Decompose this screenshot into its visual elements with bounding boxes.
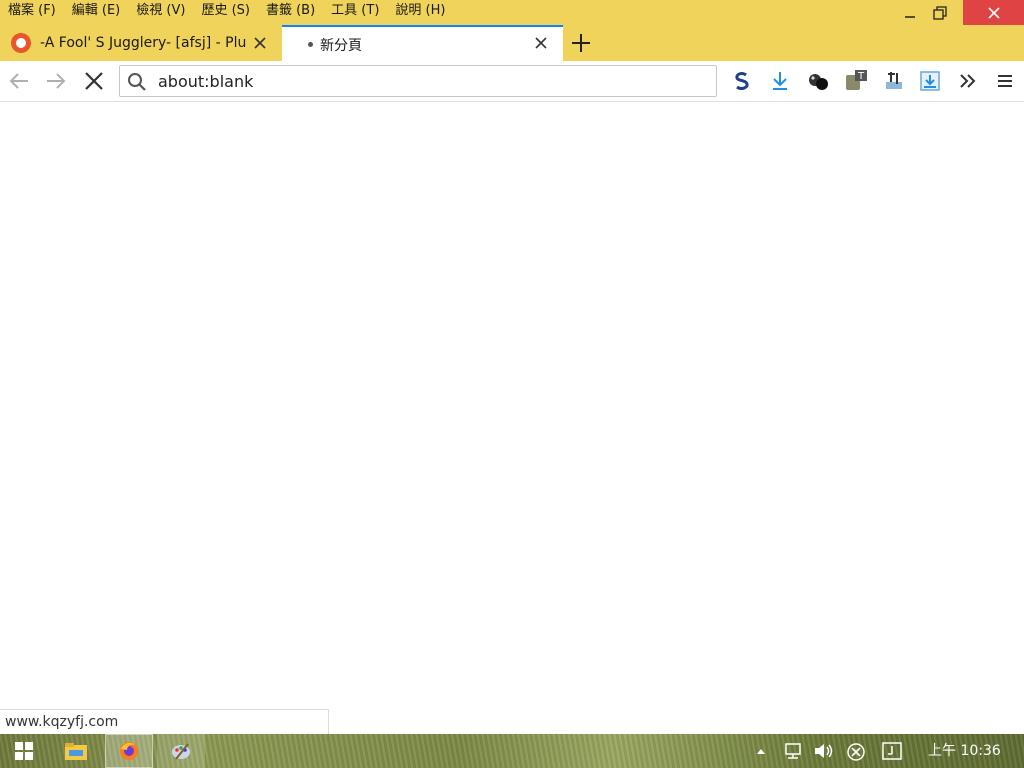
tab-new-tab[interactable]: 新分頁 xyxy=(282,25,563,61)
tab-fool-jugglery[interactable]: -A Fool' S Jugglery- [afsj] - Plu xyxy=(0,25,280,61)
volume-icon[interactable] xyxy=(813,742,835,760)
url-bar[interactable]: about:blank xyxy=(119,65,717,97)
stop-icon[interactable] xyxy=(82,69,106,93)
back-icon[interactable] xyxy=(7,69,31,93)
download-manager-icon[interactable] xyxy=(918,69,942,93)
hamburger-menu-icon[interactable] xyxy=(993,69,1017,93)
tab-close-icon[interactable] xyxy=(252,35,268,51)
start-button[interactable] xyxy=(0,734,48,768)
menu: 檔案 (F) 編輯 (E) 檢視 (V) 歷史 (S) 書籤 (B) 工具 (T… xyxy=(0,0,453,22)
forward-icon[interactable] xyxy=(44,69,68,93)
status-bar: www.kqzyfj.com xyxy=(0,709,329,734)
new-tab-icon[interactable] xyxy=(568,30,594,56)
nav-bar: about:blank T xyxy=(0,61,1024,102)
restore-icon xyxy=(932,5,947,20)
tab-close-icon[interactable] xyxy=(533,35,549,51)
file-explorer-button[interactable] xyxy=(54,734,98,768)
s-logo-icon xyxy=(735,72,749,90)
minimize-icon xyxy=(904,15,915,18)
restore-button[interactable] xyxy=(916,0,963,25)
error-status-icon[interactable] xyxy=(846,742,866,762)
menu-view[interactable]: 檢視 (V) xyxy=(128,0,193,22)
menu-file[interactable]: 檔案 (F) xyxy=(0,0,64,22)
translate-extension-icon[interactable]: T xyxy=(844,69,868,93)
favicon-icon xyxy=(11,33,31,53)
windows-logo-icon xyxy=(15,742,33,760)
tab-title: 新分頁 xyxy=(320,38,362,54)
menu-bookmarks[interactable]: 書籤 (B) xyxy=(258,0,323,22)
s-extension-icon[interactable] xyxy=(730,69,754,93)
firefox-taskbar-button[interactable] xyxy=(105,734,153,768)
taskbar: 上午 10:36 xyxy=(0,734,1024,768)
loading-dot-icon xyxy=(308,42,313,47)
close-icon xyxy=(987,6,1000,19)
screenshot-extension-icon[interactable] xyxy=(882,69,906,93)
close-window-button[interactable] xyxy=(963,0,1024,25)
network-icon[interactable] xyxy=(783,742,803,760)
balls-extension-icon[interactable] xyxy=(806,69,830,93)
show-hidden-icons-icon[interactable] xyxy=(756,747,766,755)
download-icon[interactable] xyxy=(768,69,792,93)
page-content[interactable] xyxy=(0,102,1024,709)
firefox-icon xyxy=(120,742,138,760)
action-center-icon[interactable] xyxy=(881,741,903,761)
tab-strip: -A Fool' S Jugglery- [afsj] - Plu 新分頁 xyxy=(0,25,1024,61)
clock[interactable]: 上午 10:36 xyxy=(928,734,1001,768)
paint-taskbar-button[interactable] xyxy=(157,734,205,768)
svg-text:T: T xyxy=(857,71,865,82)
menu-tools[interactable]: 工具 (T) xyxy=(323,0,387,22)
url-input[interactable]: about:blank xyxy=(158,72,253,91)
search-icon xyxy=(128,73,146,91)
overflow-chevron-icon[interactable] xyxy=(956,69,980,93)
folder-icon xyxy=(65,743,87,760)
menu-help[interactable]: 說明 (H) xyxy=(387,0,453,22)
menu-bar: 檔案 (F) 編輯 (E) 檢視 (V) 歷史 (S) 書籤 (B) 工具 (T… xyxy=(0,0,1024,25)
menu-edit[interactable]: 編輯 (E) xyxy=(64,0,129,22)
paint-icon xyxy=(172,743,190,760)
tab-title: -A Fool' S Jugglery- [afsj] - Plu xyxy=(40,35,246,51)
menu-history[interactable]: 歷史 (S) xyxy=(193,0,258,22)
